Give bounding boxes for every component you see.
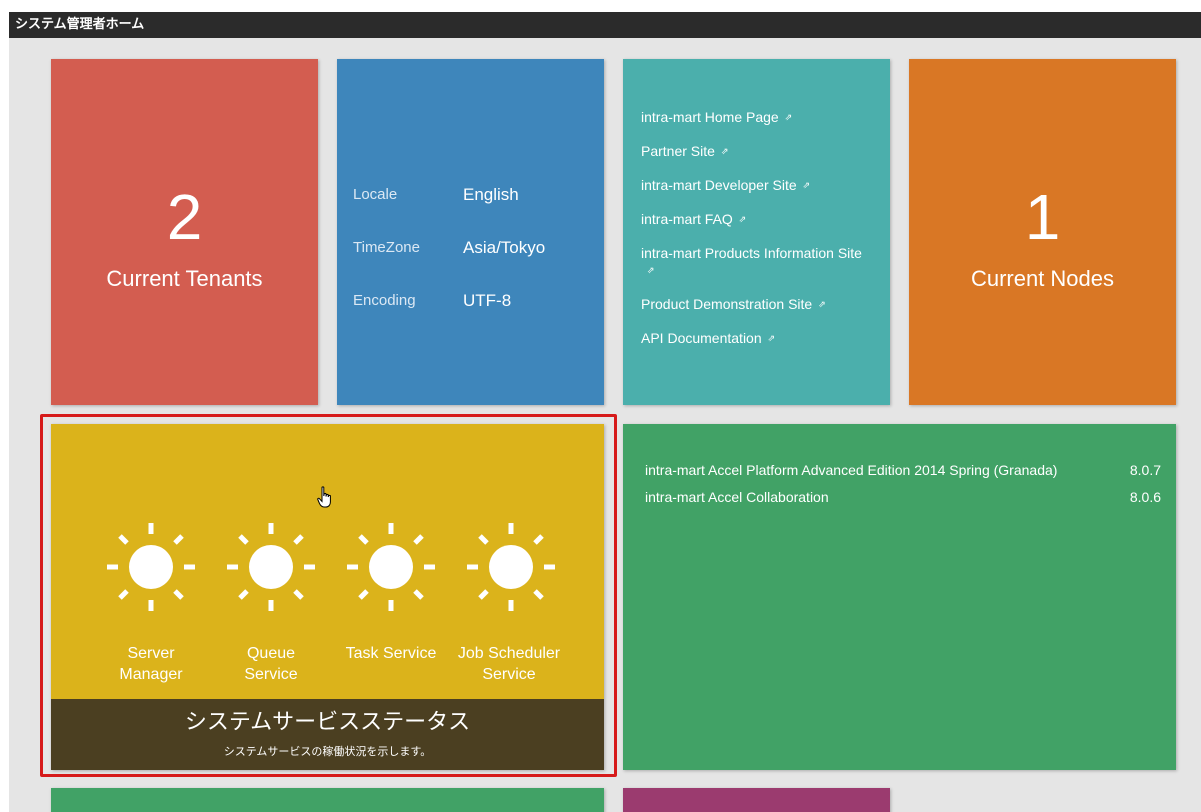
service-queue <box>211 514 331 624</box>
product-name: intra-mart Accel Platform Advanced Editi… <box>645 462 1058 478</box>
tenants-count: 2 <box>166 181 203 253</box>
service-server-manager <box>91 514 211 624</box>
service-label-task: Task Service <box>345 645 437 662</box>
encoding-key: Encoding <box>353 292 416 309</box>
timezone-value: Asia/Tokyo <box>463 237 546 257</box>
system-service-status-tile[interactable]: Server Manager Queue Service Task Servic… <box>51 424 604 770</box>
encoding-value: UTF-8 <box>463 290 512 310</box>
product-row: intra-mart Accel Collaboration 8.0.6 <box>645 489 1161 506</box>
bottom-tile-purple[interactable] <box>623 788 890 812</box>
timezone-key: TimeZone <box>353 239 420 256</box>
status-description: システムサービスの稼働状況を示します。 <box>223 745 432 758</box>
service-icons <box>51 514 604 624</box>
product-version: 8.0.6 <box>1129 489 1161 505</box>
nodes-count: 1 <box>1024 181 1061 253</box>
link-product-demonstration-site[interactable]: Product Demonstration Site ⇗ <box>641 296 874 313</box>
product-row: intra-mart Accel Platform Advanced Editi… <box>645 462 1161 479</box>
sun-icon <box>107 523 195 611</box>
links-list: intra-mart Home Page ⇗ Partner Site ⇗ intr… <box>641 109 874 364</box>
link-partner-site[interactable]: Partner Site ⇗ <box>641 143 874 160</box>
tenants-tile[interactable]: 2 Current Tenants <box>51 59 318 405</box>
locale-tile[interactable]: Locale English TimeZone Asia/Tokyo Encod… <box>337 59 604 405</box>
nodes-tile[interactable]: 1 Current Nodes <box>909 59 1176 405</box>
service-label-server-manager: Server Manager <box>119 645 183 683</box>
tenants-label: Current Tenants <box>106 266 263 291</box>
locale-key: Locale <box>353 186 398 203</box>
links-tile: intra-mart Home Page ⇗ Partner Site ⇗ intr… <box>623 59 890 405</box>
page-title-bar: システム管理者ホーム <box>9 12 1201 38</box>
service-label-queue: Queue Service <box>244 645 298 683</box>
service-job-scheduler <box>451 514 571 624</box>
external-link-icon: ⇗ <box>802 180 811 190</box>
locale-row: Locale English <box>353 168 545 221</box>
nodes-label: Current Nodes <box>970 266 1115 291</box>
external-link-icon: ⇗ <box>784 112 793 122</box>
link-developer-site[interactable]: intra-mart Developer Site ⇗ <box>641 177 874 194</box>
external-link-icon: ⇗ <box>647 265 655 275</box>
locale-table: Locale English TimeZone Asia/Tokyo Encod… <box>353 168 545 327</box>
page-title: システム管理者ホーム <box>15 17 145 32</box>
link-api-documentation[interactable]: API Documentation ⇗ <box>641 330 874 347</box>
product-name: intra-mart Accel Collaboration <box>645 489 829 505</box>
external-link-icon: ⇗ <box>720 146 729 156</box>
timezone-row: TimeZone Asia/Tokyo <box>353 221 545 274</box>
link-faq[interactable]: intra-mart FAQ ⇗ <box>641 211 874 228</box>
sun-icon <box>347 523 435 611</box>
service-label-job-scheduler: Job Scheduler Service <box>457 645 561 683</box>
service-task <box>331 514 451 624</box>
link-products-information-site[interactable]: intra-mart Products Information Site⇗ <box>641 245 874 279</box>
external-link-icon: ⇗ <box>818 299 826 309</box>
product-list: intra-mart Accel Platform Advanced Editi… <box>645 462 1161 516</box>
external-link-icon: ⇗ <box>767 333 776 343</box>
sun-icon <box>227 523 315 611</box>
product-version: 8.0.7 <box>1129 462 1161 478</box>
dashboard-canvas: 2 Current Tenants Locale English TimeZon… <box>9 38 1201 812</box>
locale-value: English <box>463 184 519 204</box>
status-title: システムサービスステータス <box>184 710 471 735</box>
products-tile[interactable]: intra-mart Accel Platform Advanced Editi… <box>623 424 1176 770</box>
link-home-page[interactable]: intra-mart Home Page ⇗ <box>641 109 874 126</box>
external-link-icon: ⇗ <box>738 214 747 224</box>
hand-cursor-icon <box>317 486 331 508</box>
status-footer: システムサービスステータス システムサービスの稼働状況を示します。 <box>51 699 604 770</box>
bottom-tile-green[interactable] <box>51 788 604 812</box>
sun-icon <box>467 523 555 611</box>
encoding-row: Encoding UTF-8 <box>353 274 545 327</box>
